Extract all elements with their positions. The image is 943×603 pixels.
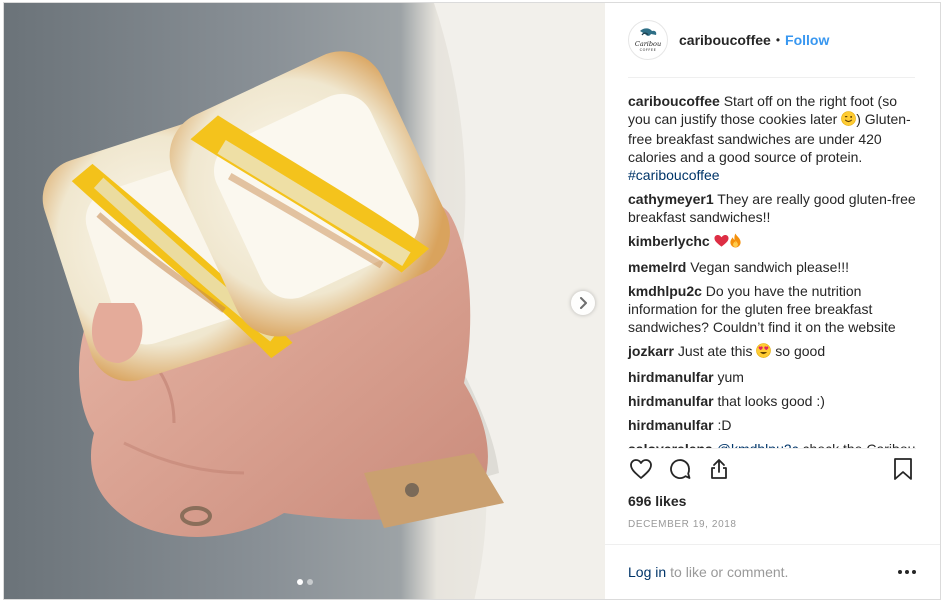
red-heart-emoji xyxy=(714,234,729,252)
comment-username[interactable]: cathymeyer1 xyxy=(628,191,714,207)
comment: hirdmanulfar that looks good :) xyxy=(628,392,916,410)
post-date[interactable]: DECEMBER 19, 2018 xyxy=(628,519,916,544)
comment: hirdmanulfar :D xyxy=(628,416,916,434)
comment: kimberlychc xyxy=(628,232,916,252)
svg-text:Caribou: Caribou xyxy=(635,40,661,48)
save-button[interactable] xyxy=(890,456,916,482)
post-media[interactable] xyxy=(4,3,605,599)
post-username[interactable]: cariboucoffee xyxy=(679,32,771,48)
svg-text:COFFEE: COFFEE xyxy=(640,48,657,52)
mention-link[interactable]: @kmdhlpu2c xyxy=(717,441,799,448)
heart-icon xyxy=(630,459,652,480)
comment-text: so good xyxy=(771,343,826,360)
share-button[interactable] xyxy=(706,456,732,482)
comment: memelrd Vegan sandwich please!!! xyxy=(628,258,916,276)
comment: cariboucoffee Start off on the right foo… xyxy=(628,92,916,184)
like-button[interactable] xyxy=(628,456,654,482)
comment: cathymeyer1 They are really good gluten-… xyxy=(628,190,916,226)
login-link[interactable]: Log in xyxy=(628,564,666,580)
action-bar xyxy=(628,449,916,489)
comment-username[interactable]: kimberlychc xyxy=(628,233,710,249)
comment: kmdhlpu2c Do you have the nutrition info… xyxy=(628,282,916,336)
more-dot xyxy=(905,570,909,575)
comment: saloverelena @kmdhlpu2c check the Caribo… xyxy=(628,440,916,448)
comment-username[interactable]: cariboucoffee xyxy=(628,93,720,109)
comments-list[interactable]: cariboucoffee Start off on the right foo… xyxy=(605,78,940,448)
more-options-icon[interactable] xyxy=(898,570,916,575)
comment-username[interactable]: hirdmanulfar xyxy=(628,417,714,433)
caribou-logo: Caribou COFFEE xyxy=(631,23,665,58)
comment-icon xyxy=(670,459,691,480)
heart-eyes-emoji xyxy=(756,343,772,362)
comment-text: Vegan sandwich please!!! xyxy=(690,259,850,276)
post-details-panel: Caribou COFFEE cariboucoffee • Follow ca… xyxy=(605,3,940,599)
more-dot xyxy=(912,570,916,575)
header-separator: • xyxy=(775,33,781,48)
share-icon xyxy=(711,459,727,480)
comment-text: Just ate this xyxy=(677,343,757,360)
comment-text: that looks good :) xyxy=(717,393,825,410)
login-prompt-text: to like or comment. xyxy=(670,564,789,581)
actions-section: 696 likes DECEMBER 19, 2018 xyxy=(628,448,916,544)
comment: hirdmanulfar yum xyxy=(628,368,916,386)
comment-text: check the Caribou xyxy=(799,441,916,448)
login-bar: Log in to like or comment. xyxy=(605,544,940,599)
instagram-post: Caribou COFFEE cariboucoffee • Follow ca… xyxy=(3,2,941,600)
carousel-dot xyxy=(306,579,313,585)
avatar[interactable]: Caribou COFFEE xyxy=(628,20,668,61)
comment-text: :D xyxy=(717,417,732,434)
more-dot xyxy=(898,570,902,575)
comment-text: yum xyxy=(717,369,744,386)
comment-username[interactable]: saloverelena xyxy=(628,441,713,448)
follow-button[interactable]: Follow xyxy=(785,32,829,48)
comment-button[interactable] xyxy=(667,456,693,482)
post-header: Caribou COFFEE cariboucoffee • Follow xyxy=(628,3,915,79)
comment-username[interactable]: hirdmanulfar xyxy=(628,393,714,409)
comment-username[interactable]: memelrd xyxy=(628,259,686,275)
comment-username[interactable]: hirdmanulfar xyxy=(628,369,714,385)
comment-username[interactable]: kmdhlpu2c xyxy=(628,283,702,299)
fire-emoji xyxy=(729,233,742,252)
likes-count[interactable]: 696 likes xyxy=(628,493,916,509)
bookmark-icon xyxy=(894,458,912,481)
comment: jozkarr Just ate this so good xyxy=(628,342,916,362)
winking-face-emoji xyxy=(841,111,857,130)
comment-username[interactable]: jozkarr xyxy=(628,343,674,359)
hashtag-link[interactable]: #cariboucoffee xyxy=(628,167,720,183)
chevron-right-icon xyxy=(580,297,587,309)
carousel-indicator xyxy=(4,579,605,585)
carousel-dot-active xyxy=(296,579,303,585)
next-slide-button[interactable] xyxy=(571,291,595,315)
sandwich-photo xyxy=(4,3,605,599)
